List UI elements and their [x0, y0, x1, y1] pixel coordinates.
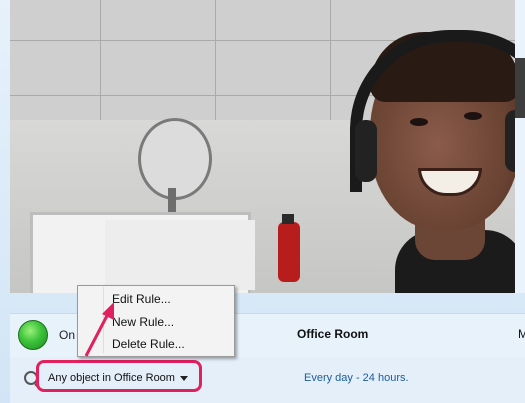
chevron-down-icon[interactable]: [180, 376, 188, 381]
schedule-link[interactable]: Every day - 24 hours.: [304, 372, 409, 384]
side-scroll-thumb[interactable]: [515, 58, 525, 118]
menu-item-new-rule[interactable]: New Rule...: [112, 315, 174, 329]
status-label: On: [59, 328, 76, 342]
camera-feed: [10, 0, 515, 293]
side-strip: [515, 0, 525, 293]
menu-item-edit-rule[interactable]: Edit Rule...: [112, 292, 171, 306]
status-indicator-icon: [18, 320, 48, 350]
arrow-annotation-icon: [84, 302, 114, 357]
camera-name: Office Room: [297, 327, 369, 341]
menu-item-delete-rule[interactable]: Delete Rule...: [112, 337, 185, 351]
column-letter: M: [518, 327, 525, 341]
object-filter-label: Any object in Office Room: [48, 372, 175, 384]
app-window: On Office Room M Any object in Office Ro…: [0, 0, 525, 403]
